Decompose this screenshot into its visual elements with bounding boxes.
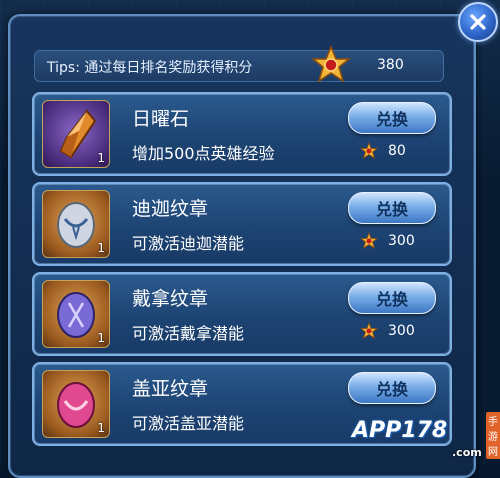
cost-value: 300	[388, 233, 415, 249]
exchange-button[interactable]: 兑换	[348, 102, 436, 134]
item-icon-frame[interactable]: 1	[42, 100, 110, 168]
watermark-site: .com	[452, 446, 482, 459]
tips-text: Tips: 通过每日排名奖励获得积分	[47, 60, 253, 76]
item-count: 1	[97, 151, 105, 165]
item-description: 可激活迪迦潜能	[132, 234, 245, 253]
item-count: 1	[97, 241, 105, 255]
item-name: 盖亚纹章	[132, 378, 209, 400]
cost-value: 80	[388, 143, 406, 159]
gold-star-icon	[360, 232, 378, 249]
exchange-item: 1 戴拿纹章 可激活戴拿潜能 兑换 300	[32, 272, 452, 356]
watermark-brand: APP178	[352, 418, 448, 443]
close-button[interactable]	[458, 2, 498, 42]
exchange-button[interactable]: 兑换	[348, 372, 436, 404]
item-icon-frame[interactable]: 1	[42, 280, 110, 348]
item-name: 迪迦纹章	[132, 198, 209, 220]
item-count: 1	[97, 421, 105, 435]
item-name: 戴拿纹章	[132, 288, 209, 310]
gold-star-icon	[360, 322, 378, 339]
gold-star-icon	[360, 142, 378, 159]
item-count: 1	[97, 331, 105, 345]
tips-bar: Tips: 通过每日排名奖励获得积分 380	[34, 45, 444, 83]
item-description: 增加500点英雄经验	[132, 144, 275, 163]
exchange-button[interactable]: 兑换	[348, 282, 436, 314]
cost-value: 300	[388, 323, 415, 339]
points-value: 380	[377, 57, 404, 73]
item-description: 可激活戴拿潜能	[132, 324, 245, 343]
item-description: 可激活盖亚潜能	[132, 414, 245, 433]
watermark-tag: 手游网	[486, 412, 500, 459]
exchange-item: 1 日曜石 增加500点英雄经验 兑换 80	[32, 92, 452, 176]
exchange-item: 1 迪迦纹章 可激活迪迦潜能 兑换 300	[32, 182, 452, 266]
item-icon-frame[interactable]: 1	[42, 370, 110, 438]
exchange-button[interactable]: 兑换	[348, 192, 436, 224]
item-name: 日曜石	[132, 108, 190, 130]
close-icon	[470, 14, 486, 30]
site-watermark: APP178 手游网 .com	[352, 410, 500, 464]
gold-star-icon	[311, 45, 351, 83]
item-icon-frame[interactable]: 1	[42, 190, 110, 258]
